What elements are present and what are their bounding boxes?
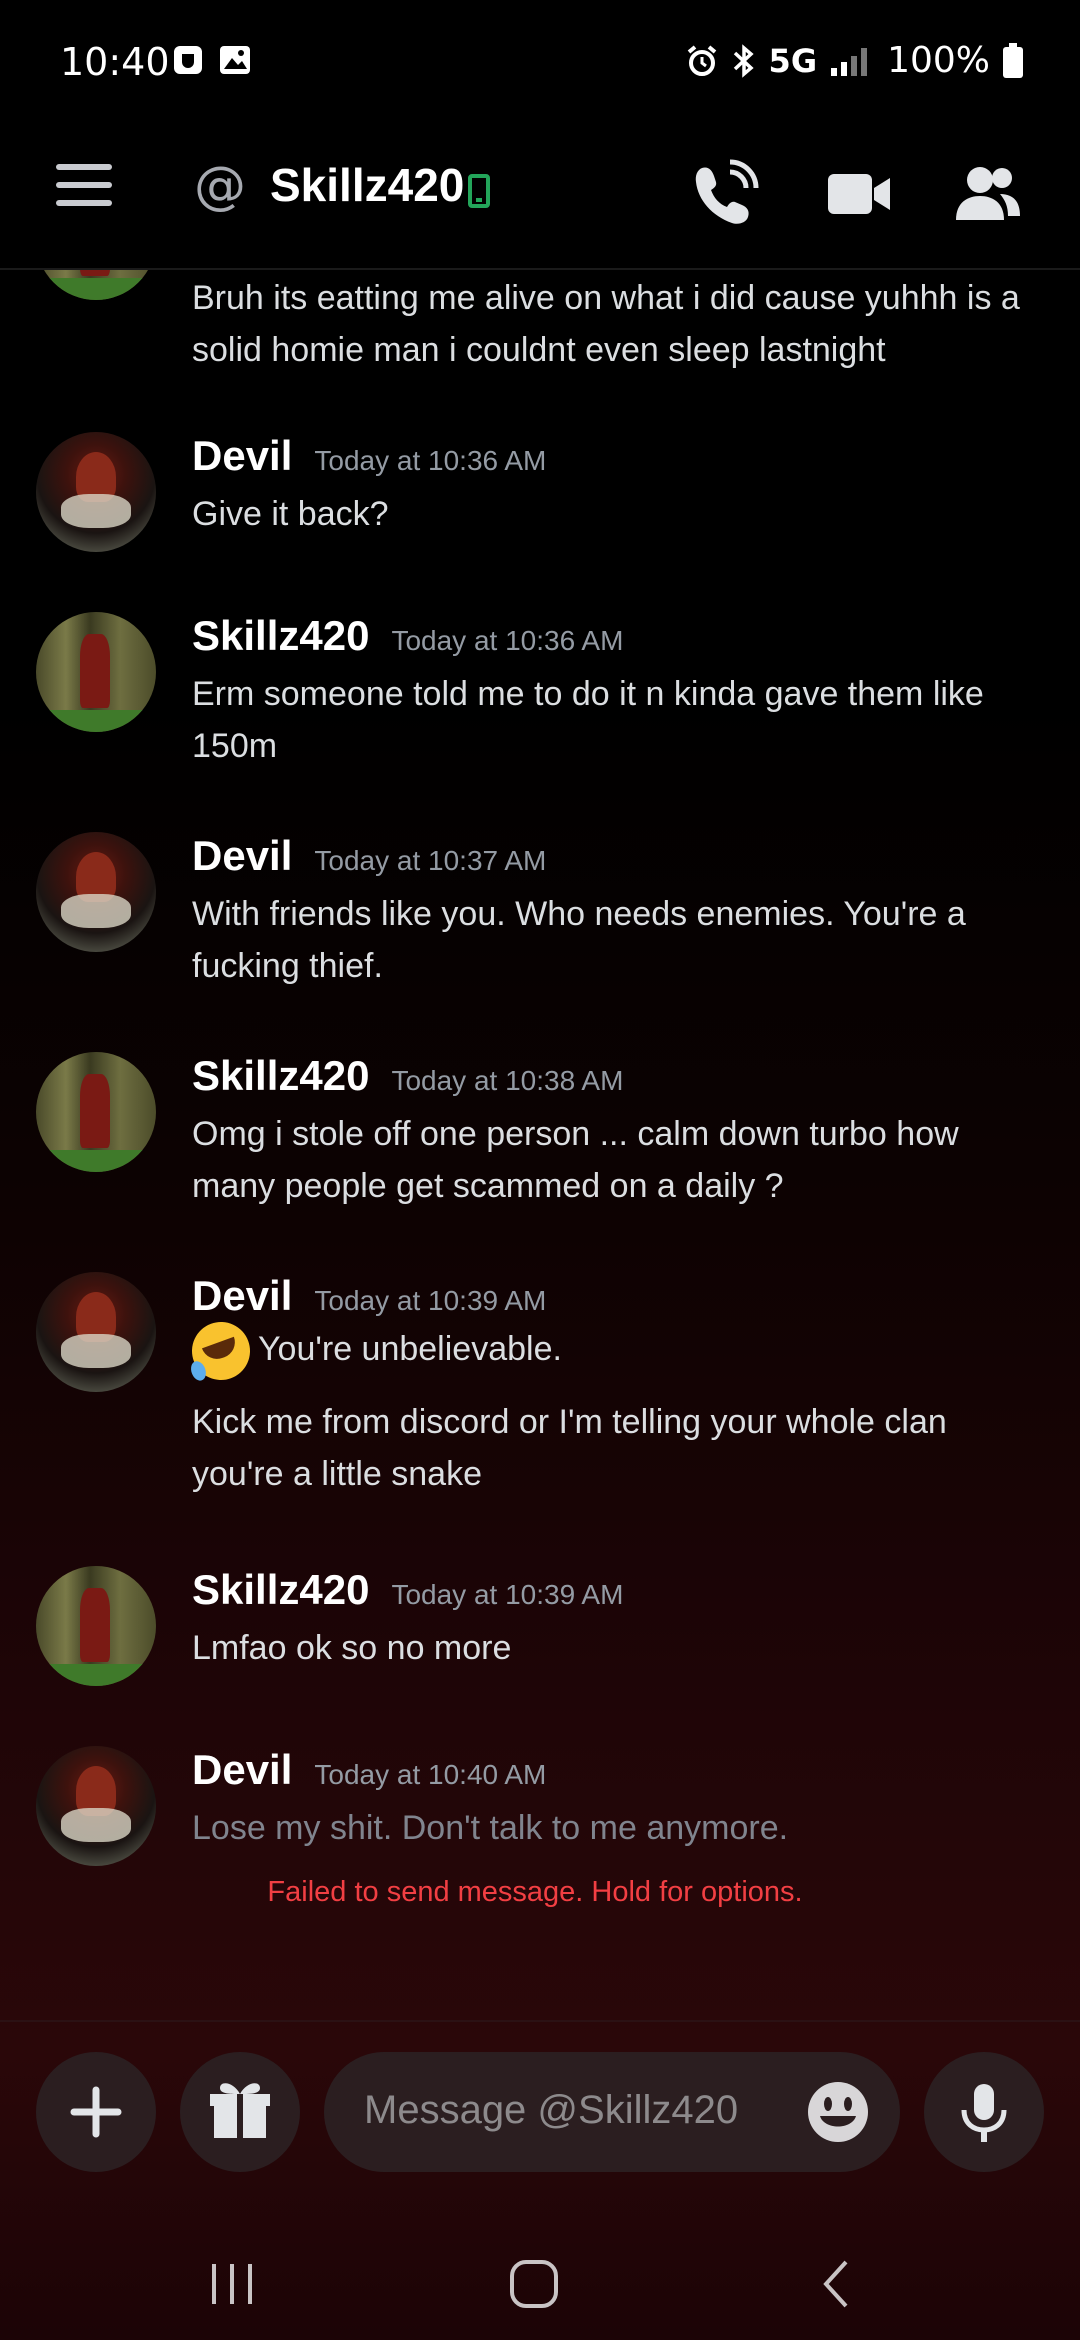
- avatar[interactable]: [36, 1052, 156, 1172]
- message-text: Omg i stole off one person ... calm down…: [192, 1115, 959, 1205]
- network-label: 5G: [768, 41, 818, 80]
- channel-title[interactable]: Skillz420: [270, 158, 464, 212]
- mobile-status-icon: [468, 174, 490, 208]
- message-author: Skillz420 Today at 10:38 AM: [192, 1052, 624, 1099]
- message-text: Lmfao ok so no more: [192, 1629, 512, 1667]
- message-timestamp: Today at 10:36 AM: [391, 625, 624, 656]
- message-text: Bruh its eatting me alive on what i did …: [192, 279, 1020, 369]
- message-timestamp: Today at 10:36 AM: [314, 445, 547, 476]
- status-bar: 10:40 5G 100%: [0, 0, 1080, 128]
- avatar[interactable]: [36, 270, 156, 300]
- message-timestamp: Today at 10:39 AM: [391, 1579, 624, 1610]
- emoji-icon[interactable]: [806, 2080, 870, 2144]
- message-text: With friends like you. Who needs enemies…: [192, 895, 966, 985]
- gift-icon: [210, 2083, 270, 2138]
- home-icon[interactable]: [506, 2256, 562, 2312]
- members-icon[interactable]: [948, 154, 1028, 234]
- message-text: Kick me from discord or I'm telling your…: [192, 1403, 947, 1493]
- battery-label: 100%: [887, 40, 990, 81]
- message-list[interactable]: Bruh its eatting me alive on what i did …: [0, 270, 1080, 2020]
- alarm-icon: [687, 44, 716, 76]
- message-author: Devil Today at 10:40 AM: [192, 1746, 547, 1793]
- message-composer: Message @Skillz420: [0, 2020, 1080, 2222]
- chat-header: @ Skillz420: [0, 128, 1080, 270]
- message-author: Devil Today at 10:39 AM: [192, 1272, 547, 1319]
- avatar[interactable]: [36, 432, 156, 552]
- voice-call-icon[interactable]: [684, 154, 764, 234]
- recents-icon[interactable]: [204, 2256, 260, 2312]
- system-nav-bar: [0, 2220, 1080, 2340]
- gift-button[interactable]: [180, 2052, 300, 2172]
- message-timestamp: Today at 10:38 AM: [391, 1065, 624, 1096]
- message-timestamp: Today at 10:40 AM: [314, 1759, 547, 1790]
- message-text: Give it back?: [192, 495, 389, 533]
- message-input[interactable]: Message @Skillz420: [324, 2052, 900, 2172]
- hamburger-menu-icon[interactable]: [56, 164, 112, 220]
- avatar[interactable]: [36, 1746, 156, 1866]
- message-text: Erm someone told me to do it n kinda gav…: [192, 675, 984, 765]
- failed-send-notice[interactable]: Failed to send message. Hold for options…: [0, 1876, 1070, 1909]
- message-text: Lose my shit. Don't talk to me anymore.: [192, 1809, 789, 1847]
- avatar[interactable]: [36, 832, 156, 952]
- message-author: Devil Today at 10:36 AM: [192, 432, 547, 479]
- battery-icon: [1003, 42, 1023, 78]
- voice-message-button[interactable]: [924, 2052, 1044, 2172]
- video-call-icon[interactable]: [818, 154, 898, 234]
- microphone-icon: [961, 2084, 1007, 2142]
- plus-icon: [70, 2086, 122, 2138]
- message-text: You're unbelievable.: [183, 1313, 1042, 1389]
- message-author: Devil Today at 10:37 AM: [192, 832, 547, 879]
- message-author: Skillz420 Today at 10:36 AM: [192, 612, 624, 659]
- back-icon[interactable]: [810, 2256, 866, 2312]
- signal-icon: [831, 47, 868, 76]
- avatar[interactable]: [36, 612, 156, 732]
- avatar[interactable]: [36, 1566, 156, 1686]
- rofl-emoji-icon: [183, 1313, 259, 1389]
- gallery-icon: [220, 46, 250, 74]
- message-author: Skillz420 Today at 10:39 AM: [192, 1566, 624, 1613]
- bluetooth-icon: [733, 43, 754, 78]
- notification-app-icon: [174, 46, 202, 74]
- status-time: 10:40: [60, 40, 170, 84]
- message-timestamp: Today at 10:37 AM: [314, 845, 547, 876]
- message-timestamp: Today at 10:39 AM: [314, 1285, 547, 1316]
- at-icon: @: [194, 156, 246, 216]
- message-input-placeholder: Message @Skillz420: [364, 2088, 739, 2132]
- plus-button[interactable]: [36, 2052, 156, 2172]
- avatar[interactable]: [36, 1272, 156, 1392]
